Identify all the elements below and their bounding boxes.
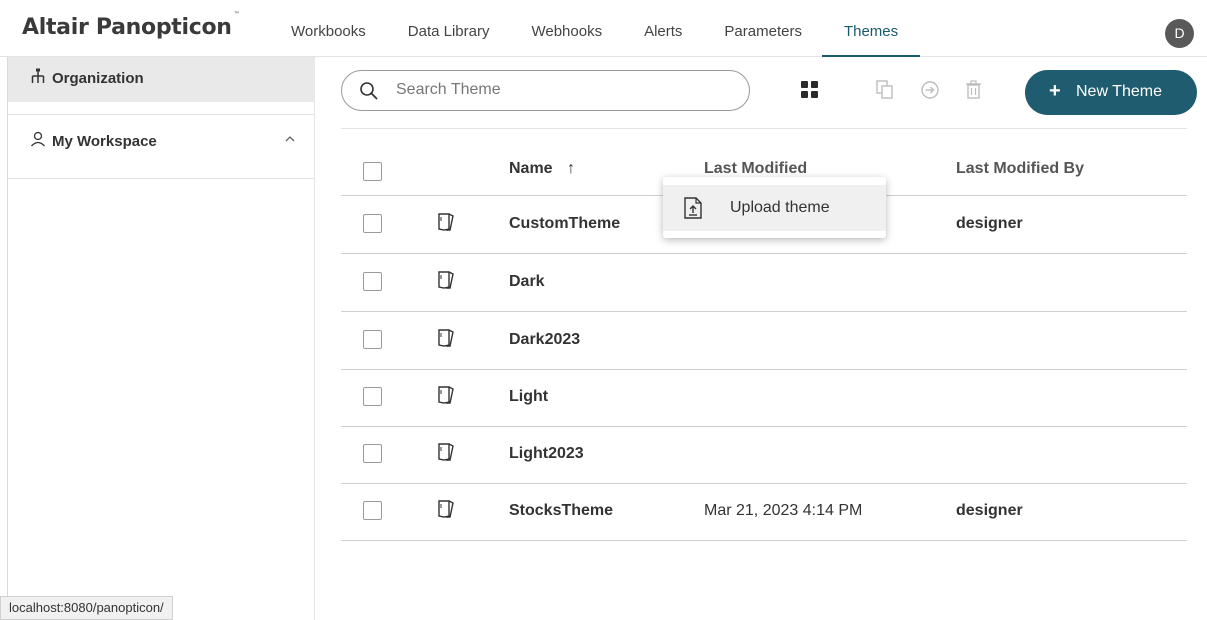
theme-name[interactable]: CustomTheme (509, 215, 620, 233)
copy-icon[interactable] (876, 80, 894, 105)
user-icon (30, 131, 46, 152)
status-bar-url: localhost:8080/panopticon/ (0, 596, 173, 620)
theme-name[interactable]: Light2023 (509, 445, 584, 463)
row-checkbox[interactable] (363, 330, 382, 349)
search-input[interactable]: Search Theme (341, 70, 750, 111)
last-modified-by: designer (956, 502, 1023, 519)
row-checkbox[interactable] (363, 214, 382, 233)
row-checkbox[interactable] (363, 272, 382, 291)
row-checkbox[interactable] (363, 387, 382, 406)
sidebar-item-label: My Workspace (52, 133, 157, 150)
nav-data-library[interactable]: Data Library (408, 0, 490, 57)
column-header-last-modified[interactable]: Last Modified (704, 160, 807, 178)
theme-name[interactable]: Light (509, 388, 548, 406)
select-all-checkbox[interactable] (363, 162, 382, 181)
theme-name[interactable]: Dark (509, 273, 545, 291)
theme-file-icon (437, 442, 455, 467)
sidebar-item-my-workspace[interactable]: My Workspace (8, 115, 315, 179)
nav-webhooks[interactable]: Webhooks (531, 0, 602, 57)
nav-themes[interactable]: Themes (821, 0, 921, 57)
sort-ascending-icon: ↑ (567, 160, 576, 177)
theme-file-icon (437, 212, 455, 237)
table-row[interactable]: StocksTheme Mar 21, 2023 4:14 PM designe… (341, 483, 1187, 541)
row-checkbox[interactable] (363, 501, 382, 520)
sidebar-item-label: Organization (52, 70, 144, 87)
row-checkbox[interactable] (363, 444, 382, 463)
new-theme-button[interactable]: + New Theme (1025, 70, 1197, 115)
left-edge-strip (0, 57, 8, 620)
table-row[interactable]: Dark (341, 254, 1187, 312)
top-bar: Altair Panopticon™ Workbooks Data Librar… (0, 0, 1207, 57)
move-icon[interactable] (920, 80, 940, 105)
table-row[interactable]: Dark2023 (341, 312, 1187, 370)
upload-theme-menu-item[interactable]: Upload theme (663, 185, 886, 231)
theme-file-icon (437, 328, 455, 353)
column-header-name[interactable]: Name ↑ (509, 160, 575, 178)
table-row[interactable]: Light (341, 369, 1187, 427)
grid-view-icon[interactable] (801, 81, 818, 103)
last-modified-by: designer (956, 215, 1023, 232)
trademark-mark: ™ (233, 10, 240, 18)
organization-icon (30, 68, 46, 89)
nav-parameters[interactable]: Parameters (724, 0, 802, 57)
new-theme-label: New Theme (1076, 83, 1162, 100)
nav-alerts[interactable]: Alerts (644, 0, 682, 57)
table-row[interactable]: Light2023 (341, 426, 1187, 484)
column-header-name-label: Name (509, 160, 553, 177)
new-theme-menu: Upload theme (663, 177, 886, 238)
search-icon (359, 81, 379, 106)
upload-file-icon (683, 197, 703, 224)
trash-icon[interactable] (965, 80, 982, 105)
nav-workbooks[interactable]: Workbooks (291, 0, 366, 57)
theme-name[interactable]: StocksTheme (509, 502, 613, 520)
sidebar-item-organization[interactable]: Organization (8, 57, 315, 102)
theme-file-icon (437, 270, 455, 295)
app-name: Altair Panopticon (22, 15, 232, 40)
chevron-up-icon[interactable] (284, 131, 296, 149)
upload-theme-label: Upload theme (730, 199, 830, 216)
last-modified: Mar 21, 2023 4:14 PM (704, 502, 863, 519)
left-panel: Organization My Workspace (0, 57, 315, 620)
search-placeholder: Search Theme (396, 81, 501, 98)
user-avatar[interactable]: D (1165, 19, 1194, 48)
app-logo[interactable]: Altair Panopticon™ (22, 11, 240, 40)
plus-icon: + (1049, 80, 1061, 102)
theme-file-icon (437, 499, 455, 524)
theme-name[interactable]: Dark2023 (509, 331, 580, 349)
theme-file-icon (437, 385, 455, 410)
column-header-last-modified-by[interactable]: Last Modified By (956, 160, 1084, 178)
main-nav: Workbooks Data Library Webhooks Alerts P… (291, 0, 940, 57)
